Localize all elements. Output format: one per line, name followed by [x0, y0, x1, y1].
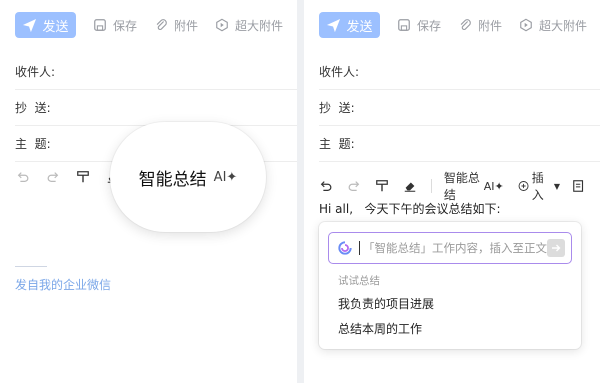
ai-badge-text: AI: [483, 179, 495, 193]
save-label: 保存: [113, 18, 138, 33]
list-icon[interactable]: [572, 178, 586, 194]
format-painter-icon[interactable]: [375, 178, 389, 194]
attach-button[interactable]: 附件: [458, 17, 502, 34]
large-attach-button[interactable]: 超大附件: [215, 17, 283, 34]
undo-icon[interactable]: [15, 169, 31, 185]
save-button[interactable]: 保存: [93, 17, 137, 34]
attach-label: 附件: [174, 18, 199, 33]
attach-button[interactable]: 附件: [154, 17, 198, 34]
to-field[interactable]: 收件人:: [319, 54, 600, 90]
ai-logo-icon: [338, 241, 352, 255]
smart-summary-popup: 「智能总结」工作内容，插入至正文 试试总结 我负责的项目进展 总结本周的工作: [319, 222, 581, 349]
send-icon: [23, 18, 37, 32]
paperclip-icon: [460, 19, 471, 30]
caret-down-icon: ▼: [553, 181, 560, 191]
ai-badge: AI✦: [483, 179, 504, 193]
redo-icon[interactable]: [347, 178, 361, 194]
send-label: 发送: [42, 19, 69, 35]
smart-summary-zoom[interactable]: 智能总结 AI✦: [110, 122, 266, 232]
prompt-placeholder: 「智能总结」工作内容，插入至正文: [363, 241, 547, 255]
subject-label: 主 题:: [15, 137, 51, 151]
ai-badge-text: AI: [213, 169, 227, 185]
smart-summary-button[interactable]: 智能总结 AI✦: [444, 169, 504, 203]
panel-divider: [297, 0, 304, 383]
insert-label: 插入: [531, 171, 544, 202]
save-icon: [398, 19, 410, 31]
undo-icon[interactable]: [319, 178, 333, 194]
large-attach-icon: [216, 18, 228, 32]
compose-panel-right: 发送 保存 附件 超大附件 收件人: 抄 送: 主 题: 智能总结 AI✦ 插入: [304, 0, 600, 383]
save-icon: [94, 19, 106, 31]
large-attach-label: 超大附件: [235, 18, 284, 33]
smart-summary-label: 智能总结: [443, 171, 480, 202]
signature-text: 发自我的企业微信: [15, 278, 112, 292]
suggestion-item[interactable]: 总结本周的工作: [338, 320, 422, 337]
text-caret: [359, 241, 360, 255]
compose-toolbar: 发送 保存 附件 超大附件: [319, 12, 587, 38]
paperclip-icon: [156, 19, 167, 30]
signature-divider: [15, 266, 47, 267]
cc-field[interactable]: 抄 送:: [319, 90, 600, 126]
large-attach-icon: [520, 18, 532, 32]
to-field[interactable]: 收件人:: [15, 54, 297, 90]
arrow-right-icon: [552, 244, 561, 252]
plus-circle-icon: [518, 181, 529, 191]
save-label: 保存: [417, 18, 442, 33]
attach-label: 附件: [478, 18, 503, 33]
send-button[interactable]: 发送: [15, 12, 76, 38]
send-button[interactable]: 发送: [319, 12, 380, 38]
to-label: 收件人:: [15, 65, 56, 79]
suggestions-title: 试试总结: [338, 275, 380, 287]
format-painter-icon[interactable]: [75, 169, 91, 185]
compose-toolbar: 发送 保存 附件 超大附件: [15, 12, 283, 38]
cc-field[interactable]: 抄 送:: [15, 90, 297, 126]
subject-field[interactable]: 主 题:: [319, 126, 600, 162]
ai-badge: AI✦: [214, 170, 238, 185]
sparkle-icon: ✦: [226, 169, 238, 185]
cc-label: 抄 送:: [319, 101, 355, 115]
send-icon: [327, 18, 341, 32]
format-toolbar: 智能总结 AI✦ 插入 ▼: [319, 169, 600, 203]
large-attach-label: 超大附件: [539, 18, 588, 33]
smart-summary-zoom-label: 智能总结: [138, 169, 207, 190]
summary-prompt-input[interactable]: 「智能总结」工作内容，插入至正文: [328, 232, 572, 264]
submit-button[interactable]: [547, 239, 565, 257]
compose-panel-left: 发送 保存 附件 超大附件 收件人: 抄 送: 主 题: 智能总结 AI✦ 发自…: [0, 0, 297, 383]
toolbar-separator: [431, 179, 432, 193]
large-attach-button[interactable]: 超大附件: [519, 17, 587, 34]
subject-label: 主 题:: [319, 137, 355, 151]
save-button[interactable]: 保存: [397, 17, 441, 34]
send-label: 发送: [346, 19, 373, 35]
to-label: 收件人:: [319, 65, 360, 79]
cc-label: 抄 送:: [15, 101, 51, 115]
suggestion-item[interactable]: 我负责的项目进展: [338, 295, 434, 312]
email-body-greeting: Hi all, 今天下午的会议总结如下:: [319, 202, 501, 216]
insert-button[interactable]: 插入 ▼: [518, 169, 560, 203]
redo-icon[interactable]: [45, 169, 61, 185]
eraser-icon[interactable]: [403, 178, 417, 194]
